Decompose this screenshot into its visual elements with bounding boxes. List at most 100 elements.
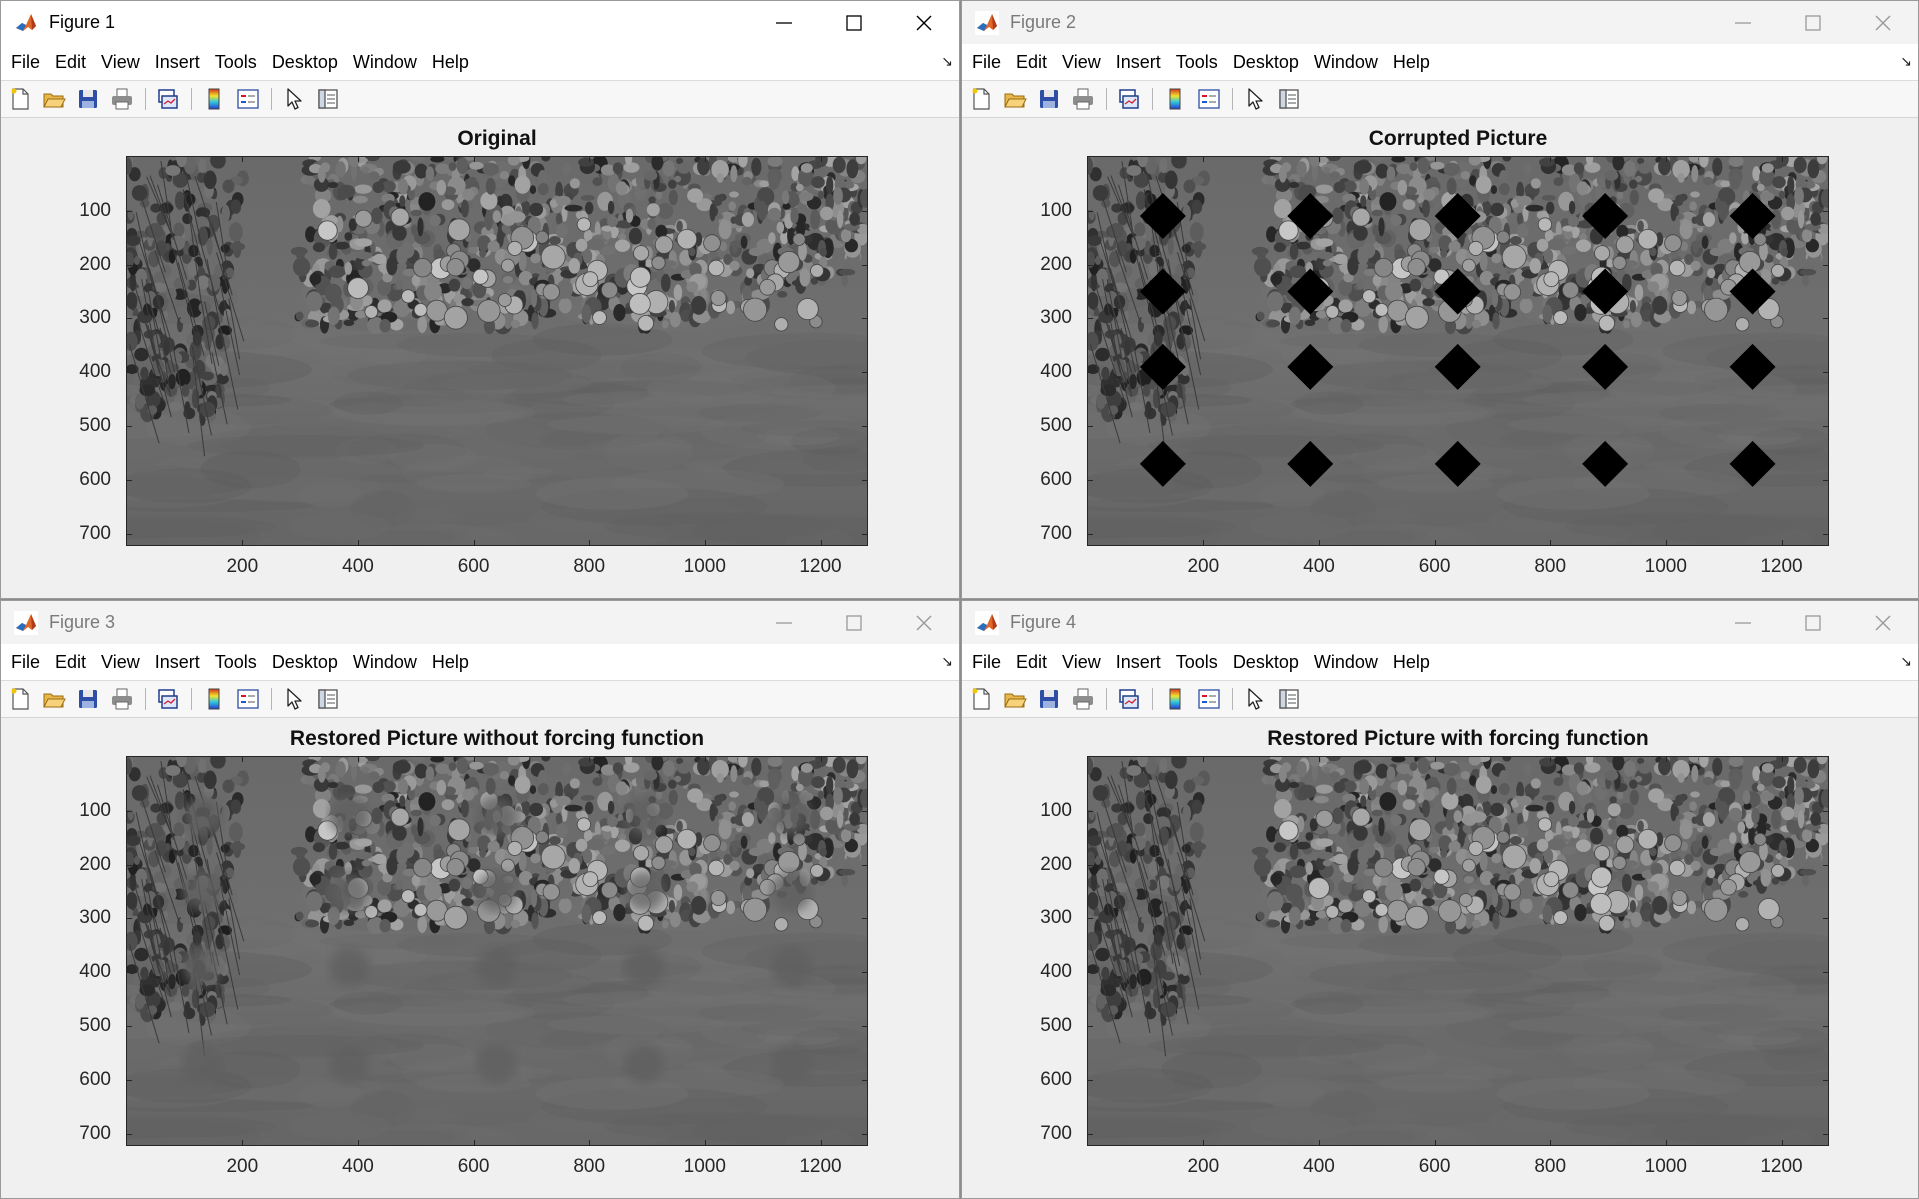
edit-plot-icon[interactable] — [281, 86, 307, 112]
menu-file[interactable]: File — [11, 52, 40, 73]
image-axes[interactable] — [126, 756, 868, 1146]
save-icon[interactable] — [1036, 686, 1062, 712]
menu-edit[interactable]: Edit — [55, 52, 86, 73]
maximize-button[interactable] — [819, 601, 889, 644]
save-icon[interactable] — [75, 686, 101, 712]
title-bar[interactable]: Figure 4 — [962, 601, 1918, 644]
menu-tools[interactable]: Tools — [1176, 52, 1218, 73]
save-icon[interactable] — [1036, 86, 1062, 112]
link-plot-icon[interactable] — [155, 86, 181, 112]
figure-window[interactable]: Figure 2 File Edit View Insert Tools Desktop W… — [961, 0, 1919, 599]
menu-view[interactable]: View — [101, 52, 140, 73]
title-bar[interactable]: Figure 1 — [1, 1, 959, 44]
save-icon[interactable] — [75, 86, 101, 112]
edit-plot-icon[interactable] — [1242, 686, 1268, 712]
close-button[interactable] — [1848, 601, 1918, 644]
menu-help[interactable]: Help — [432, 52, 469, 73]
menu-tools[interactable]: Tools — [215, 652, 257, 673]
y-tick-label: 700 — [1040, 523, 1072, 544]
close-button[interactable] — [1848, 1, 1918, 44]
title-bar[interactable]: Figure 3 — [1, 601, 959, 644]
menu-desktop[interactable]: Desktop — [272, 52, 338, 73]
figure-window[interactable]: Figure 3 File Edit View Insert Tools Desktop W… — [0, 600, 960, 1199]
figure-window[interactable]: Figure 4 File Edit View Insert Tools Desktop W… — [961, 600, 1919, 1199]
image-axes[interactable] — [126, 156, 868, 546]
dock-figure-button[interactable]: ↘ — [941, 653, 953, 670]
property-inspector-icon[interactable] — [1276, 86, 1302, 112]
menu-file[interactable]: File — [11, 652, 40, 673]
maximize-button[interactable] — [1778, 1, 1848, 44]
open-file-icon[interactable] — [1002, 686, 1028, 712]
menu-window[interactable]: Window — [1314, 652, 1378, 673]
insert-colorbar-icon[interactable] — [201, 86, 227, 112]
maximize-button[interactable] — [1778, 601, 1848, 644]
close-button[interactable] — [889, 601, 959, 644]
close-button[interactable] — [889, 1, 959, 44]
edit-plot-icon[interactable] — [1242, 86, 1268, 112]
property-inspector-icon[interactable] — [1276, 686, 1302, 712]
open-file-icon[interactable] — [41, 686, 67, 712]
menu-file[interactable]: File — [972, 652, 1001, 673]
new-figure-icon[interactable] — [968, 86, 994, 112]
insert-legend-icon[interactable] — [1196, 686, 1222, 712]
menu-desktop[interactable]: Desktop — [1233, 652, 1299, 673]
dock-figure-button[interactable]: ↘ — [1900, 53, 1912, 70]
new-figure-icon[interactable] — [7, 686, 33, 712]
title-bar[interactable]: Figure 2 — [962, 1, 1918, 44]
new-figure-icon[interactable] — [968, 686, 994, 712]
menu-insert[interactable]: Insert — [155, 52, 200, 73]
link-plot-icon[interactable] — [1116, 686, 1142, 712]
print-icon[interactable] — [109, 686, 135, 712]
menu-tools[interactable]: Tools — [1176, 652, 1218, 673]
menu-help[interactable]: Help — [1393, 652, 1430, 673]
print-icon[interactable] — [109, 86, 135, 112]
menu-insert[interactable]: Insert — [1116, 652, 1161, 673]
image-axes[interactable] — [1087, 756, 1829, 1146]
menu-edit[interactable]: Edit — [55, 652, 86, 673]
menu-window[interactable]: Window — [1314, 52, 1378, 73]
edit-plot-icon[interactable] — [281, 686, 307, 712]
y-tick-mark — [1087, 372, 1093, 374]
menu-file[interactable]: File — [972, 52, 1001, 73]
minimize-button[interactable] — [1708, 601, 1778, 644]
menu-view[interactable]: View — [101, 652, 140, 673]
property-inspector-icon[interactable] — [315, 686, 341, 712]
minimize-button[interactable] — [1708, 1, 1778, 44]
dock-figure-button[interactable]: ↘ — [941, 53, 953, 70]
insert-colorbar-icon[interactable] — [1162, 86, 1188, 112]
menu-insert[interactable]: Insert — [1116, 52, 1161, 73]
menu-edit[interactable]: Edit — [1016, 652, 1047, 673]
insert-colorbar-icon[interactable] — [201, 686, 227, 712]
link-plot-icon[interactable] — [1116, 86, 1142, 112]
new-figure-icon[interactable] — [7, 86, 33, 112]
menu-bar: File Edit View Insert Tools Desktop Window Help… — [962, 644, 1918, 681]
figure-window[interactable]: Figure 1 File Edit View Insert Tools Desktop W… — [0, 0, 960, 599]
menu-window[interactable]: Window — [353, 52, 417, 73]
print-icon[interactable] — [1070, 686, 1096, 712]
open-file-icon[interactable] — [1002, 86, 1028, 112]
menu-window[interactable]: Window — [353, 652, 417, 673]
open-file-icon[interactable] — [41, 86, 67, 112]
menu-desktop[interactable]: Desktop — [272, 652, 338, 673]
dock-figure-button[interactable]: ↘ — [1900, 653, 1912, 670]
menu-edit[interactable]: Edit — [1016, 52, 1047, 73]
minimize-button[interactable] — [749, 601, 819, 644]
menu-view[interactable]: View — [1062, 652, 1101, 673]
property-inspector-icon[interactable] — [315, 86, 341, 112]
menu-help[interactable]: Help — [1393, 52, 1430, 73]
print-icon[interactable] — [1070, 86, 1096, 112]
menu-desktop[interactable]: Desktop — [1233, 52, 1299, 73]
image-axes[interactable] — [1087, 156, 1829, 546]
y-tick-label: 200 — [1040, 853, 1072, 875]
insert-legend-icon[interactable] — [1196, 86, 1222, 112]
insert-legend-icon[interactable] — [235, 686, 261, 712]
minimize-button[interactable] — [749, 1, 819, 44]
menu-help[interactable]: Help — [432, 652, 469, 673]
insert-legend-icon[interactable] — [235, 86, 261, 112]
menu-insert[interactable]: Insert — [155, 652, 200, 673]
menu-view[interactable]: View — [1062, 52, 1101, 73]
menu-tools[interactable]: Tools — [215, 52, 257, 73]
maximize-button[interactable] — [819, 1, 889, 44]
link-plot-icon[interactable] — [155, 686, 181, 712]
insert-colorbar-icon[interactable] — [1162, 686, 1188, 712]
